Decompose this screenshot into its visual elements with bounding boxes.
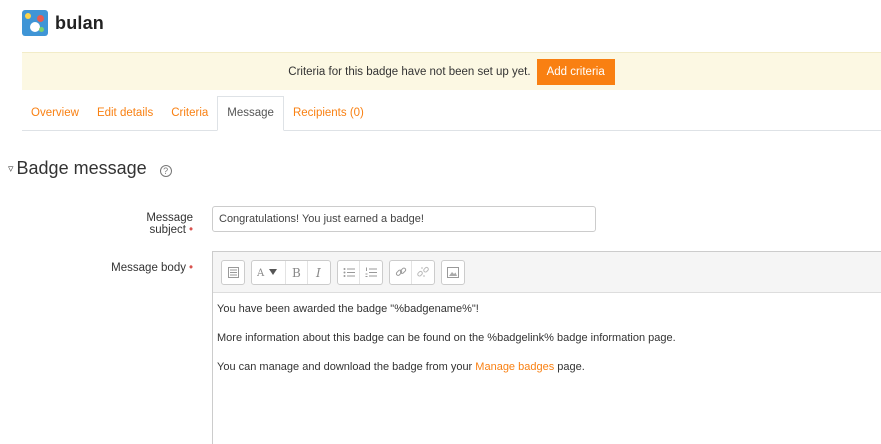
body-line: You have been awarded the badge "%badgen… [217, 303, 479, 315]
body-label-text: Message body [111, 262, 186, 274]
body-line-suffix: page. [557, 361, 585, 373]
image-icon[interactable] [442, 261, 464, 284]
tab-message[interactable]: Message [217, 96, 284, 131]
collapse-triangle-icon[interactable]: ▿ [8, 162, 14, 175]
section-title: Badge message [16, 158, 147, 178]
page-title: bulan [55, 12, 104, 33]
tab-bar: Overview Edit details Criteria Message R… [22, 96, 881, 131]
section-header[interactable]: ▿ Badge message ? [8, 158, 172, 179]
alert-text: Criteria for this badge have not been se… [288, 65, 531, 78]
manage-badges-link[interactable]: Manage badges [475, 361, 554, 373]
editor-toolbar: A B I [213, 252, 881, 293]
body-line-prefix: You can manage and download the badge fr… [217, 361, 473, 373]
link-icon[interactable] [390, 260, 412, 284]
bold-icon[interactable]: B [286, 260, 308, 284]
body-line: More information about this badge can be… [217, 332, 676, 344]
message-subject-input[interactable]: Congratulations! You just earned a badge… [212, 206, 596, 232]
editor-content[interactable]: You have been awarded the badge "%badgen… [213, 293, 881, 400]
tab-edit-details[interactable]: Edit details [88, 97, 162, 130]
subject-label-text: Message subject [146, 212, 193, 236]
criteria-alert: Criteria for this badge have not been se… [22, 52, 881, 90]
unordered-list-icon[interactable] [338, 260, 360, 284]
ordered-list-icon[interactable] [360, 261, 382, 284]
tab-criteria[interactable]: Criteria [162, 97, 217, 130]
message-body-editor[interactable]: A B I You have been awarded the badge "%… [212, 251, 881, 444]
italic-icon[interactable]: I [308, 261, 330, 284]
message-body-label: Message body • [100, 262, 193, 274]
add-criteria-button[interactable]: Add criteria [536, 58, 615, 85]
body-line: You can manage and download the badge fr… [217, 361, 877, 373]
required-icon: • [188, 224, 193, 236]
svg-text:A: A [257, 268, 265, 278]
unlink-icon[interactable] [412, 261, 434, 284]
tab-overview[interactable]: Overview [22, 97, 88, 130]
page-header: bulan [22, 8, 104, 38]
tab-recipients[interactable]: Recipients (0) [284, 97, 373, 130]
toolbar-toggle-icon[interactable] [222, 261, 244, 284]
svg-text:B: B [292, 266, 301, 279]
required-icon: • [188, 262, 193, 274]
badge-image [22, 10, 48, 36]
svg-text:I: I [315, 266, 321, 279]
help-icon[interactable]: ? [159, 164, 172, 177]
message-subject-label: Message subject • [100, 212, 193, 236]
paragraph-style-icon[interactable]: A [252, 260, 286, 284]
